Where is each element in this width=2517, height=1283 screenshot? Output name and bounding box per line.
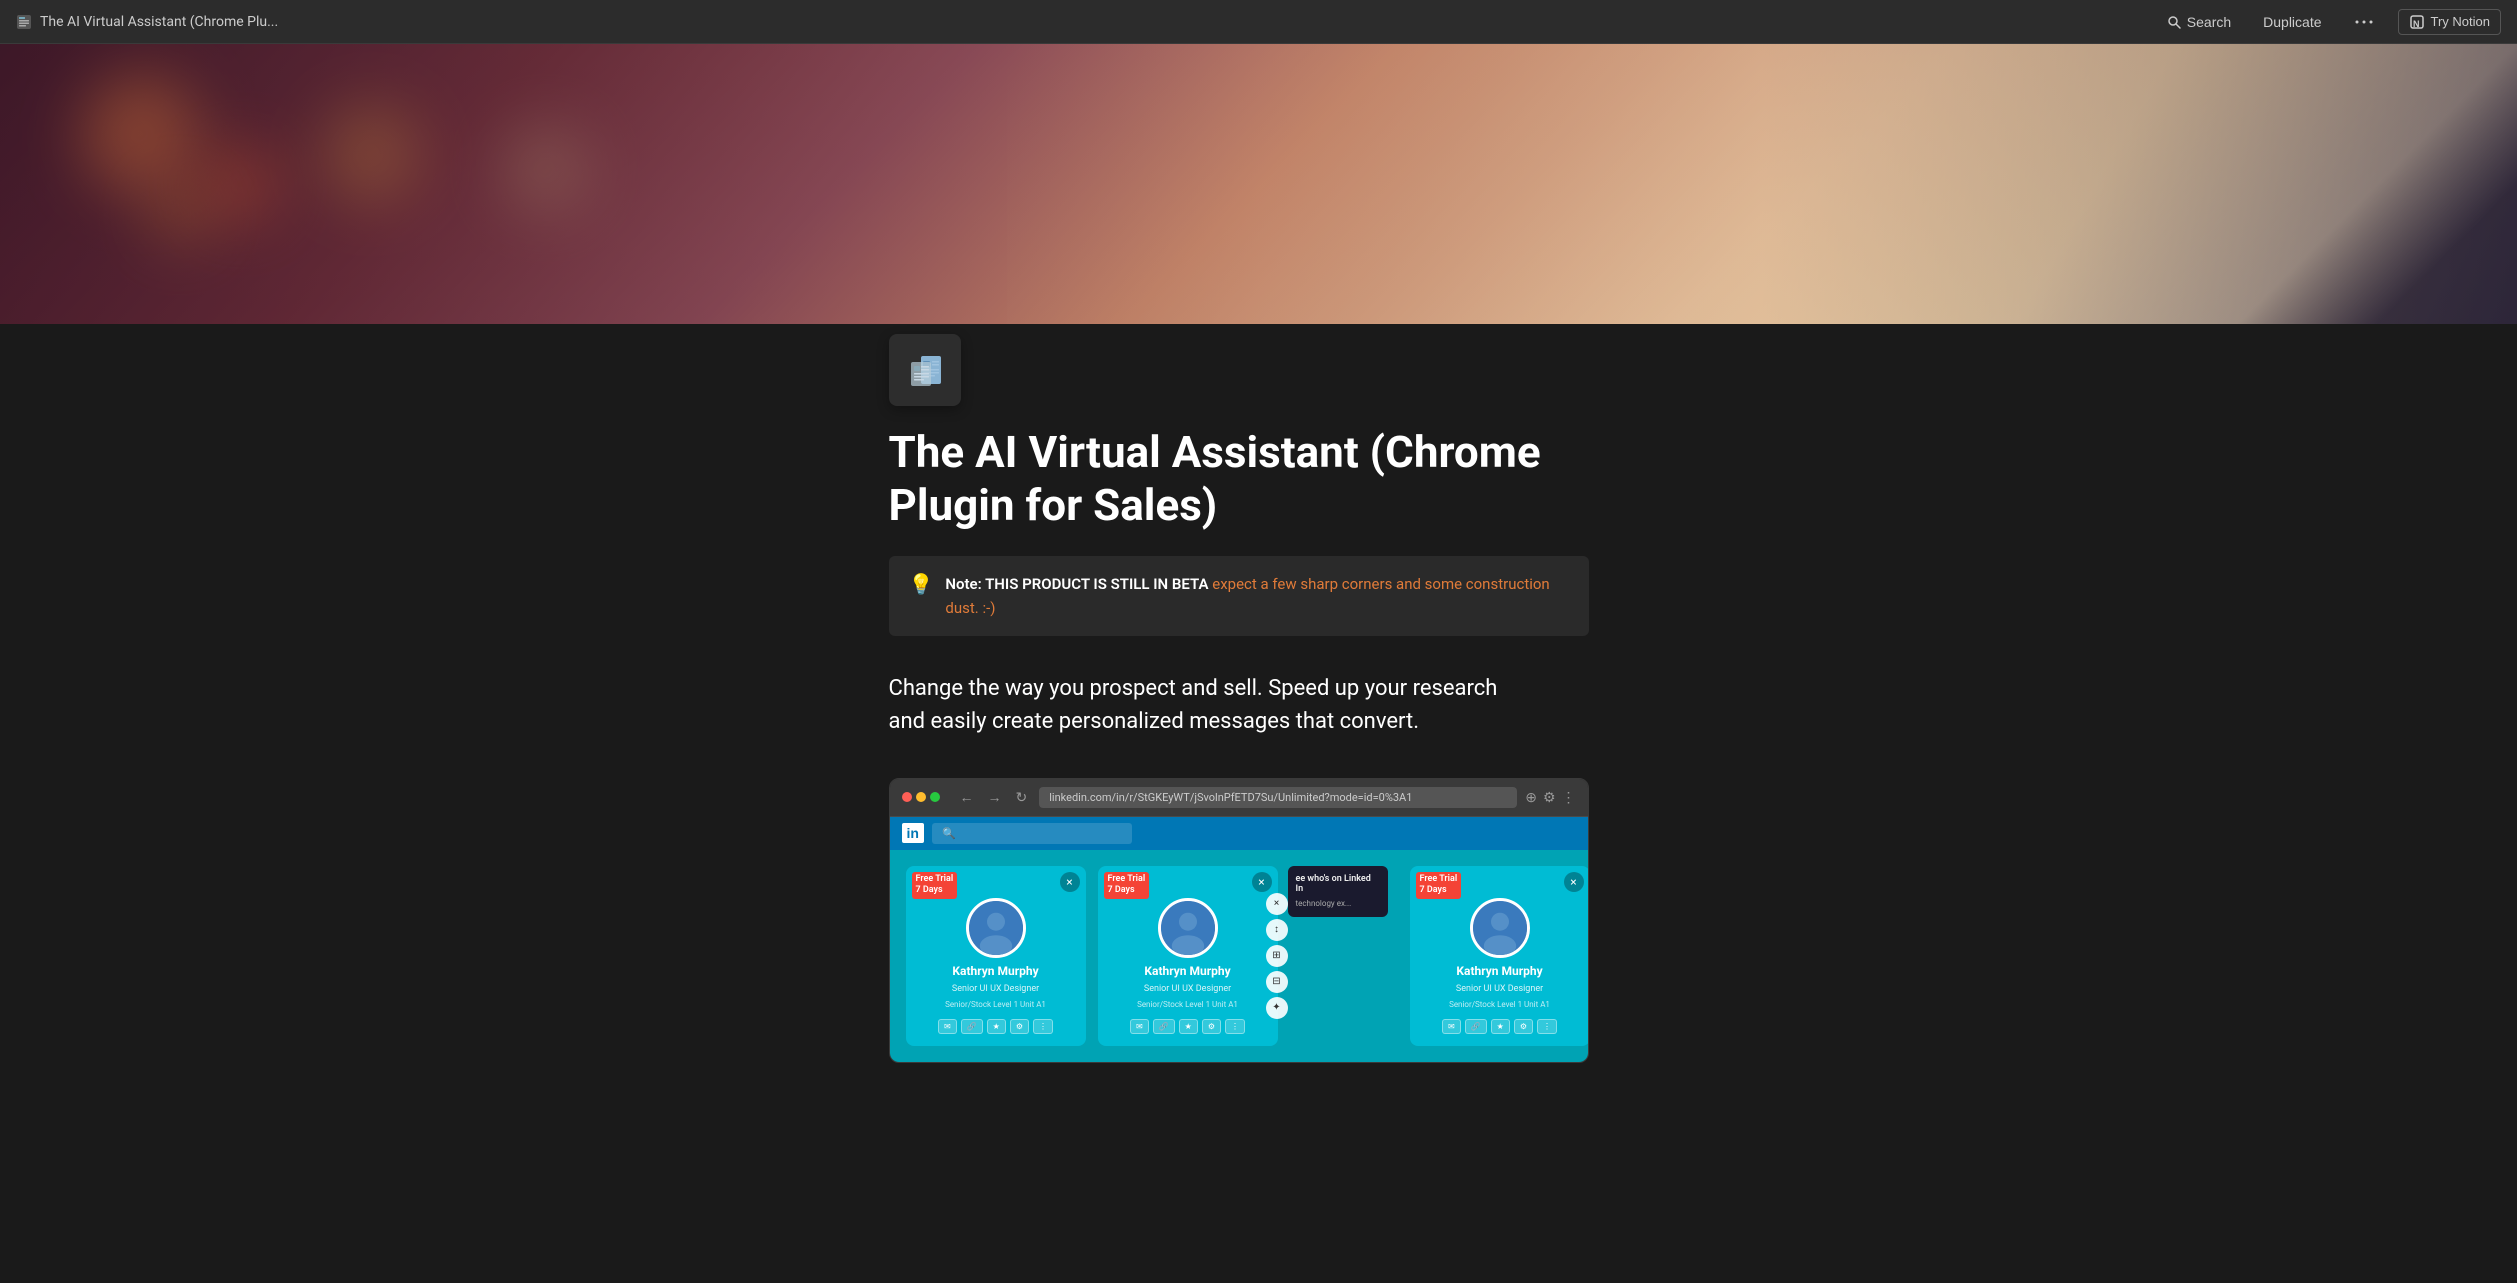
svg-text:N: N (2413, 19, 2420, 29)
profile-card-2-avatar (1158, 898, 1218, 958)
profile-card-2-name: Kathryn Murphy (1144, 964, 1230, 978)
profile-card-2-role: Senior UI UX Designer (1144, 984, 1231, 994)
topbar-right: Search Duplicate N Try Notion (2159, 9, 2501, 35)
profile-card-1-action-2[interactable]: 🔗 (961, 1019, 983, 1034)
profile-card-3: Free Trial7 Days × Kathryn Murphy Senior (1410, 866, 1589, 1046)
page-icon (889, 334, 961, 406)
profile-card-1-action-4[interactable]: ⚙ (1010, 1019, 1029, 1034)
browser-actions: ⊕ ⚙ ⋮ (1525, 789, 1575, 806)
page-icon-small (16, 14, 32, 30)
profile-card-2-close[interactable]: × (1252, 872, 1272, 892)
topbar: The AI Virtual Assistant (Chrome Plu... … (0, 0, 2517, 44)
side-action-4[interactable]: ✦ (1266, 997, 1288, 1019)
page-icon-wrapper (889, 334, 1709, 406)
profile-card-2-wrapper: Free Trial7 Days × Kathryn Murphy Senior (1098, 866, 1278, 1046)
profile-card-1-action-1[interactable]: ✉ (938, 1019, 957, 1034)
profile-card-3-action-4[interactable]: ⚙ (1514, 1019, 1533, 1034)
newspaper-icon (903, 348, 947, 392)
side-action-3[interactable]: ⊟ (1266, 971, 1288, 993)
browser-max-dot[interactable] (930, 792, 940, 802)
profile-card-2-side-panel: ee who's on Linked In technology ex... (1288, 866, 1388, 917)
linkedin-search-bar: 🔍 (932, 823, 1576, 844)
profile-card-3-close[interactable]: × (1564, 872, 1584, 892)
description-line2: and easily create personalized messages … (889, 709, 1420, 734)
linkedin-header: in 🔍 (890, 817, 1588, 850)
browser-more-button[interactable]: ⋮ (1562, 789, 1576, 806)
profile-card-1-role: Senior UI UX Designer (952, 984, 1039, 994)
notion-icon: N (2409, 14, 2425, 30)
topbar-left: The AI Virtual Assistant (Chrome Plu... (16, 14, 278, 30)
profile-card-2-action-2[interactable]: 🔗 (1153, 1019, 1175, 1034)
side-action-2[interactable]: ⊞ (1266, 945, 1288, 967)
browser-close-dot[interactable] (902, 792, 912, 802)
profile-card-2-actions: ✉ 🔗 ★ ⚙ ⋮ (1130, 1019, 1245, 1034)
side-panel-content: technology ex... (1296, 898, 1380, 909)
profile-card-1-close[interactable]: × (1060, 872, 1080, 892)
beta-note-prefix: Note: THIS PRODUCT IS STILL IN BETA (945, 575, 1208, 593)
duplicate-label: Duplicate (2263, 14, 2321, 30)
profile-card-3-action-2[interactable]: 🔗 (1465, 1019, 1487, 1034)
browser-chrome: ← → ↻ linkedin.com/in/r/StGKEyWT/jSvolnP… (890, 779, 1588, 817)
main-content: The AI Virtual Assistant (Chrome Plugin … (809, 324, 1709, 1123)
beta-note-icon: 💡 (909, 574, 934, 594)
browser-back-button[interactable]: ← (956, 787, 978, 808)
more-icon (2354, 14, 2374, 30)
browser-nav: ← → ↻ (956, 787, 1032, 808)
profile-card-1-avatar (966, 898, 1026, 958)
browser-settings-button[interactable]: ⚙ (1543, 789, 1556, 806)
profile-card-1-name: Kathryn Murphy (952, 964, 1038, 978)
profile-card-3-role: Senior UI UX Designer (1456, 984, 1543, 994)
profile-card-2-action-1[interactable]: ✉ (1130, 1019, 1149, 1034)
profile-card-3-actions: ✉ 🔗 ★ ⚙ ⋮ (1442, 1019, 1557, 1034)
profile-card-1-action-3[interactable]: ★ (987, 1019, 1006, 1034)
more-menu-button[interactable] (2346, 10, 2382, 34)
browser-refresh-button[interactable]: ↻ (1012, 787, 1032, 808)
profile-card-3-badge: Free Trial7 Days (1416, 872, 1462, 899)
beta-note-text: Note: THIS PRODUCT IS STILL IN BETA expe… (945, 572, 1568, 620)
browser-extensions-button[interactable]: ⊕ (1525, 789, 1537, 806)
description-line1: Change the way you prospect and sell. Sp… (889, 676, 1498, 701)
side-panel-title: ee who's on Linked In (1296, 874, 1380, 894)
profile-card-1: Free Trial7 Days × Kathryn Murphy Senior… (906, 866, 1086, 1046)
page-title: The AI Virtual Assistant (Chrome Plugin … (889, 426, 1589, 532)
try-notion-button[interactable]: N Try Notion (2398, 9, 2501, 35)
profile-card-1-action-5[interactable]: ⋮ (1033, 1019, 1053, 1034)
profile-cards-area: Free Trial7 Days × Kathryn Murphy Senior… (890, 850, 1588, 1062)
search-button[interactable]: Search (2159, 10, 2239, 34)
topbar-title: The AI Virtual Assistant (Chrome Plu... (40, 14, 278, 30)
browser-forward-button[interactable]: → (984, 787, 1006, 808)
hero-banner (0, 44, 2517, 324)
description: Change the way you prospect and sell. Sp… (889, 672, 1589, 738)
screenshot-container: ← → ↻ linkedin.com/in/r/StGKEyWT/jSvolnP… (889, 778, 1589, 1063)
profile-card-2-side-actions: × ↕ ⊞ ⊟ ✦ (1266, 893, 1288, 1019)
search-label: Search (2187, 14, 2231, 30)
profile-card-3-action-1[interactable]: ✉ (1442, 1019, 1461, 1034)
profile-card-2-action-5[interactable]: ⋮ (1225, 1019, 1245, 1034)
browser-min-dot[interactable] (916, 792, 926, 802)
profile-card-3-wrapper: Free Trial7 Days × Kathryn Murphy Senior (1410, 866, 1589, 1046)
profile-card-3-name: Kathryn Murphy (1456, 964, 1542, 978)
profile-card-2-company: Senior/Stock Level 1 Unit A1 (1137, 1000, 1238, 1009)
duplicate-button[interactable]: Duplicate (2255, 10, 2329, 34)
profile-card-2-action-3[interactable]: ★ (1179, 1019, 1198, 1034)
profile-card-3-action-3[interactable]: ★ (1491, 1019, 1510, 1034)
side-action-1[interactable]: ↕ (1266, 919, 1288, 941)
browser-window-controls (902, 792, 940, 802)
profile-card-2: Free Trial7 Days × Kathryn Murphy Senior (1098, 866, 1278, 1046)
linkedin-logo: in (902, 823, 924, 843)
hand-silhouette (1007, 44, 2517, 324)
profile-card-3-action-5[interactable]: ⋮ (1537, 1019, 1557, 1034)
side-action-close[interactable]: × (1266, 893, 1288, 915)
profile-card-3-avatar (1470, 898, 1530, 958)
profile-card-3-company: Senior/Stock Level 1 Unit A1 (1449, 1000, 1550, 1009)
profile-card-1-actions: ✉ 🔗 ★ ⚙ ⋮ (938, 1019, 1053, 1034)
profile-card-1-badge: Free Trial7 Days (912, 872, 958, 899)
beta-note-box: 💡 Note: THIS PRODUCT IS STILL IN BETA ex… (889, 556, 1589, 636)
browser-url-bar[interactable]: linkedin.com/in/r/StGKEyWT/jSvolnPfETD7S… (1039, 787, 1517, 808)
search-icon (2167, 15, 2181, 29)
profile-card-2-badge: Free Trial7 Days (1104, 872, 1150, 899)
profile-card-1-company: Senior/Stock Level 1 Unit A1 (945, 1000, 1046, 1009)
profile-card-2-action-4[interactable]: ⚙ (1202, 1019, 1221, 1034)
try-notion-label: Try Notion (2431, 14, 2490, 29)
